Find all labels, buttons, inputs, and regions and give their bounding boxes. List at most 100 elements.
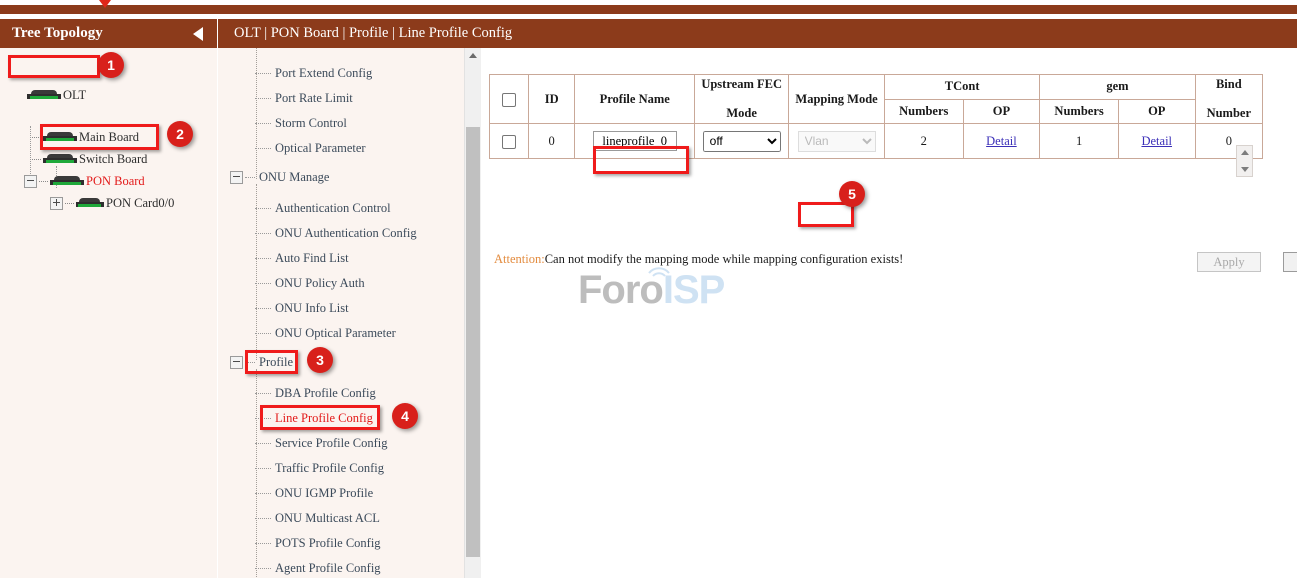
expander-minus-icon[interactable] [230, 171, 243, 184]
table-head: ID Profile Name Upstream FEC Mode Mappin… [490, 75, 1263, 124]
menu-item-label: ONU Manage [259, 170, 329, 185]
gem-detail-link[interactable]: Detail [1141, 134, 1172, 148]
action-button-row: Apply Add Delete Refresh [1197, 252, 1297, 272]
tree-topology-panel: Tree Topology OLT Main Board Switch Boar… [0, 19, 217, 578]
menu-item-agent-profile-config[interactable]: Agent Profile Config [255, 561, 381, 576]
tree-node-main-board[interactable]: Main Board [32, 130, 139, 145]
menu-item-label: DBA Profile Config [275, 386, 376, 401]
row-checkbox[interactable] [502, 135, 516, 149]
menu-item-label: Port Extend Config [275, 66, 372, 81]
tree-node-label: OLT [63, 88, 86, 103]
table-row-scrollbar[interactable] [1236, 145, 1253, 177]
tree-node-olt[interactable]: OLT [27, 88, 86, 103]
menu-item-pots-profile-config[interactable]: POTS Profile Config [255, 536, 381, 551]
cell-upstream-fec-mode: off [695, 124, 789, 159]
content-breadcrumb-header: OLT | PON Board | Profile | Line Profile… [218, 19, 1297, 48]
content-area: ID Profile Name Upstream FEC Mode Mappin… [481, 48, 1297, 578]
expander-plus-icon[interactable] [50, 197, 63, 210]
menu-branch-dash [255, 543, 271, 544]
scroll-up-arrow-icon[interactable] [1241, 150, 1249, 155]
header-upstream-fec-mode: Upstream FEC Mode [695, 75, 789, 124]
board-icon [50, 175, 84, 188]
menu-item-optical-parameter[interactable]: Optical Parameter [255, 141, 366, 156]
menu-item-storm-control[interactable]: Storm Control [255, 116, 347, 131]
cell-profile-name [575, 124, 695, 159]
menu-branch-dash [255, 123, 271, 124]
menu-item-label: Optical Parameter [275, 141, 366, 156]
callout-badge-3: 3 [307, 347, 333, 373]
menu-item-label: Port Rate Limit [275, 91, 353, 106]
menu-branch-dash [255, 148, 271, 149]
menu-item-onu-multicast-acl[interactable]: ONU Multicast ACL [255, 511, 380, 526]
menu-branch-dash [255, 283, 271, 284]
menu-branch-dash [255, 443, 271, 444]
header-tcont-op: OP [963, 99, 1040, 124]
row-select-cell [490, 124, 529, 159]
menu-item-onu-policy-auth[interactable]: ONU Policy Auth [255, 276, 365, 291]
watermark-part2: ISP [663, 268, 724, 312]
cell-tcont-op: Detail [963, 124, 1040, 159]
menu-item-label: POTS Profile Config [275, 536, 381, 551]
tcont-detail-link[interactable]: Detail [986, 134, 1017, 148]
collapse-left-arrow-icon[interactable] [193, 27, 203, 41]
menu-branch-dash [255, 393, 271, 394]
tree-node-pon-board[interactable]: PON Board [24, 174, 145, 189]
menu-item-port-extend-config[interactable]: Port Extend Config [255, 66, 372, 81]
menu-branch-dash [255, 258, 271, 259]
line-profile-table: ID Profile Name Upstream FEC Mode Mappin… [489, 74, 1263, 159]
tree-node-label: PON Board [86, 174, 145, 189]
menu-item-auto-find-list[interactable]: Auto Find List [255, 251, 349, 266]
menu-item-service-profile-config[interactable]: Service Profile Config [255, 436, 387, 451]
expander-minus-icon[interactable] [24, 175, 37, 188]
tree-node-label: Switch Board [79, 152, 147, 167]
upstream-fec-mode-select[interactable]: off [703, 131, 781, 152]
profile-name-input[interactable] [593, 131, 677, 151]
menu-item-authentication-control[interactable]: Authentication Control [255, 201, 391, 216]
tree-topology-title: Tree Topology [12, 25, 103, 42]
select-all-checkbox[interactable] [502, 93, 516, 107]
menu-item-line-profile-config[interactable]: Line Profile Config [255, 411, 373, 426]
menu-scrollbar[interactable] [464, 47, 481, 578]
menu-item-port-rate-limit[interactable]: Port Rate Limit [255, 91, 353, 106]
menu-item-label: ONU IGMP Profile [275, 486, 373, 501]
tree-node-switch-board[interactable]: Switch Board [32, 152, 147, 167]
tree-node-pon-card[interactable]: PON Card0/0 [50, 196, 174, 211]
menu-item-onu-authentication-config[interactable]: ONU Authentication Config [255, 226, 417, 241]
apply-button[interactable]: Apply [1197, 252, 1261, 272]
menu-item-label: ONU Info List [275, 301, 349, 316]
attention-message: Can not modify the mapping mode while ma… [545, 252, 904, 266]
menu-scrollbar-thumb[interactable] [466, 127, 480, 557]
menu-item-dba-profile-config[interactable]: DBA Profile Config [255, 386, 376, 401]
menu-item-label: Authentication Control [275, 201, 391, 216]
add-button[interactable]: Add [1283, 252, 1297, 272]
red-down-arrow-icon [99, 0, 111, 8]
menu-branch-dash [255, 468, 271, 469]
scroll-down-arrow-icon[interactable] [1241, 167, 1249, 172]
cell-gem-op: Detail [1118, 124, 1195, 159]
header-upstream-fec-line1: Upstream FEC [698, 77, 785, 92]
attention-label: Attention: [494, 252, 545, 266]
menu-branch-dash [255, 73, 271, 74]
header-id: ID [529, 75, 575, 124]
tree-node-label: Main Board [79, 130, 139, 145]
menu-item-label: ONU Optical Parameter [275, 326, 396, 341]
menu-item-traffic-profile-config[interactable]: Traffic Profile Config [255, 461, 384, 476]
callout-badge-2: 2 [167, 121, 193, 147]
menu-item-onu-info-list[interactable]: ONU Info List [255, 301, 349, 316]
table-body: 0 off Vlan [490, 124, 1263, 159]
menu-group-profile[interactable]: Profile [230, 355, 293, 370]
table-row: 0 off Vlan [490, 124, 1263, 159]
menu-group-onu-manage[interactable]: ONU Manage [230, 170, 329, 185]
menu-item-label: Line Profile Config [275, 411, 373, 426]
mapping-mode-select[interactable]: Vlan [798, 131, 876, 152]
menu-branch-dash [255, 98, 271, 99]
header-mapping-mode: Mapping Mode [789, 75, 885, 124]
header-gem-op: OP [1118, 99, 1195, 124]
foroisp-watermark: ForoISP [578, 268, 724, 313]
menu-item-onu-igmp-profile[interactable]: ONU IGMP Profile [255, 486, 373, 501]
menu-item-label: Service Profile Config [275, 436, 387, 451]
menu-branch-dash [255, 493, 271, 494]
scroll-up-arrow-icon[interactable] [469, 53, 477, 58]
menu-item-onu-optical-parameter[interactable]: ONU Optical Parameter [255, 326, 396, 341]
expander-minus-icon[interactable] [230, 356, 243, 369]
